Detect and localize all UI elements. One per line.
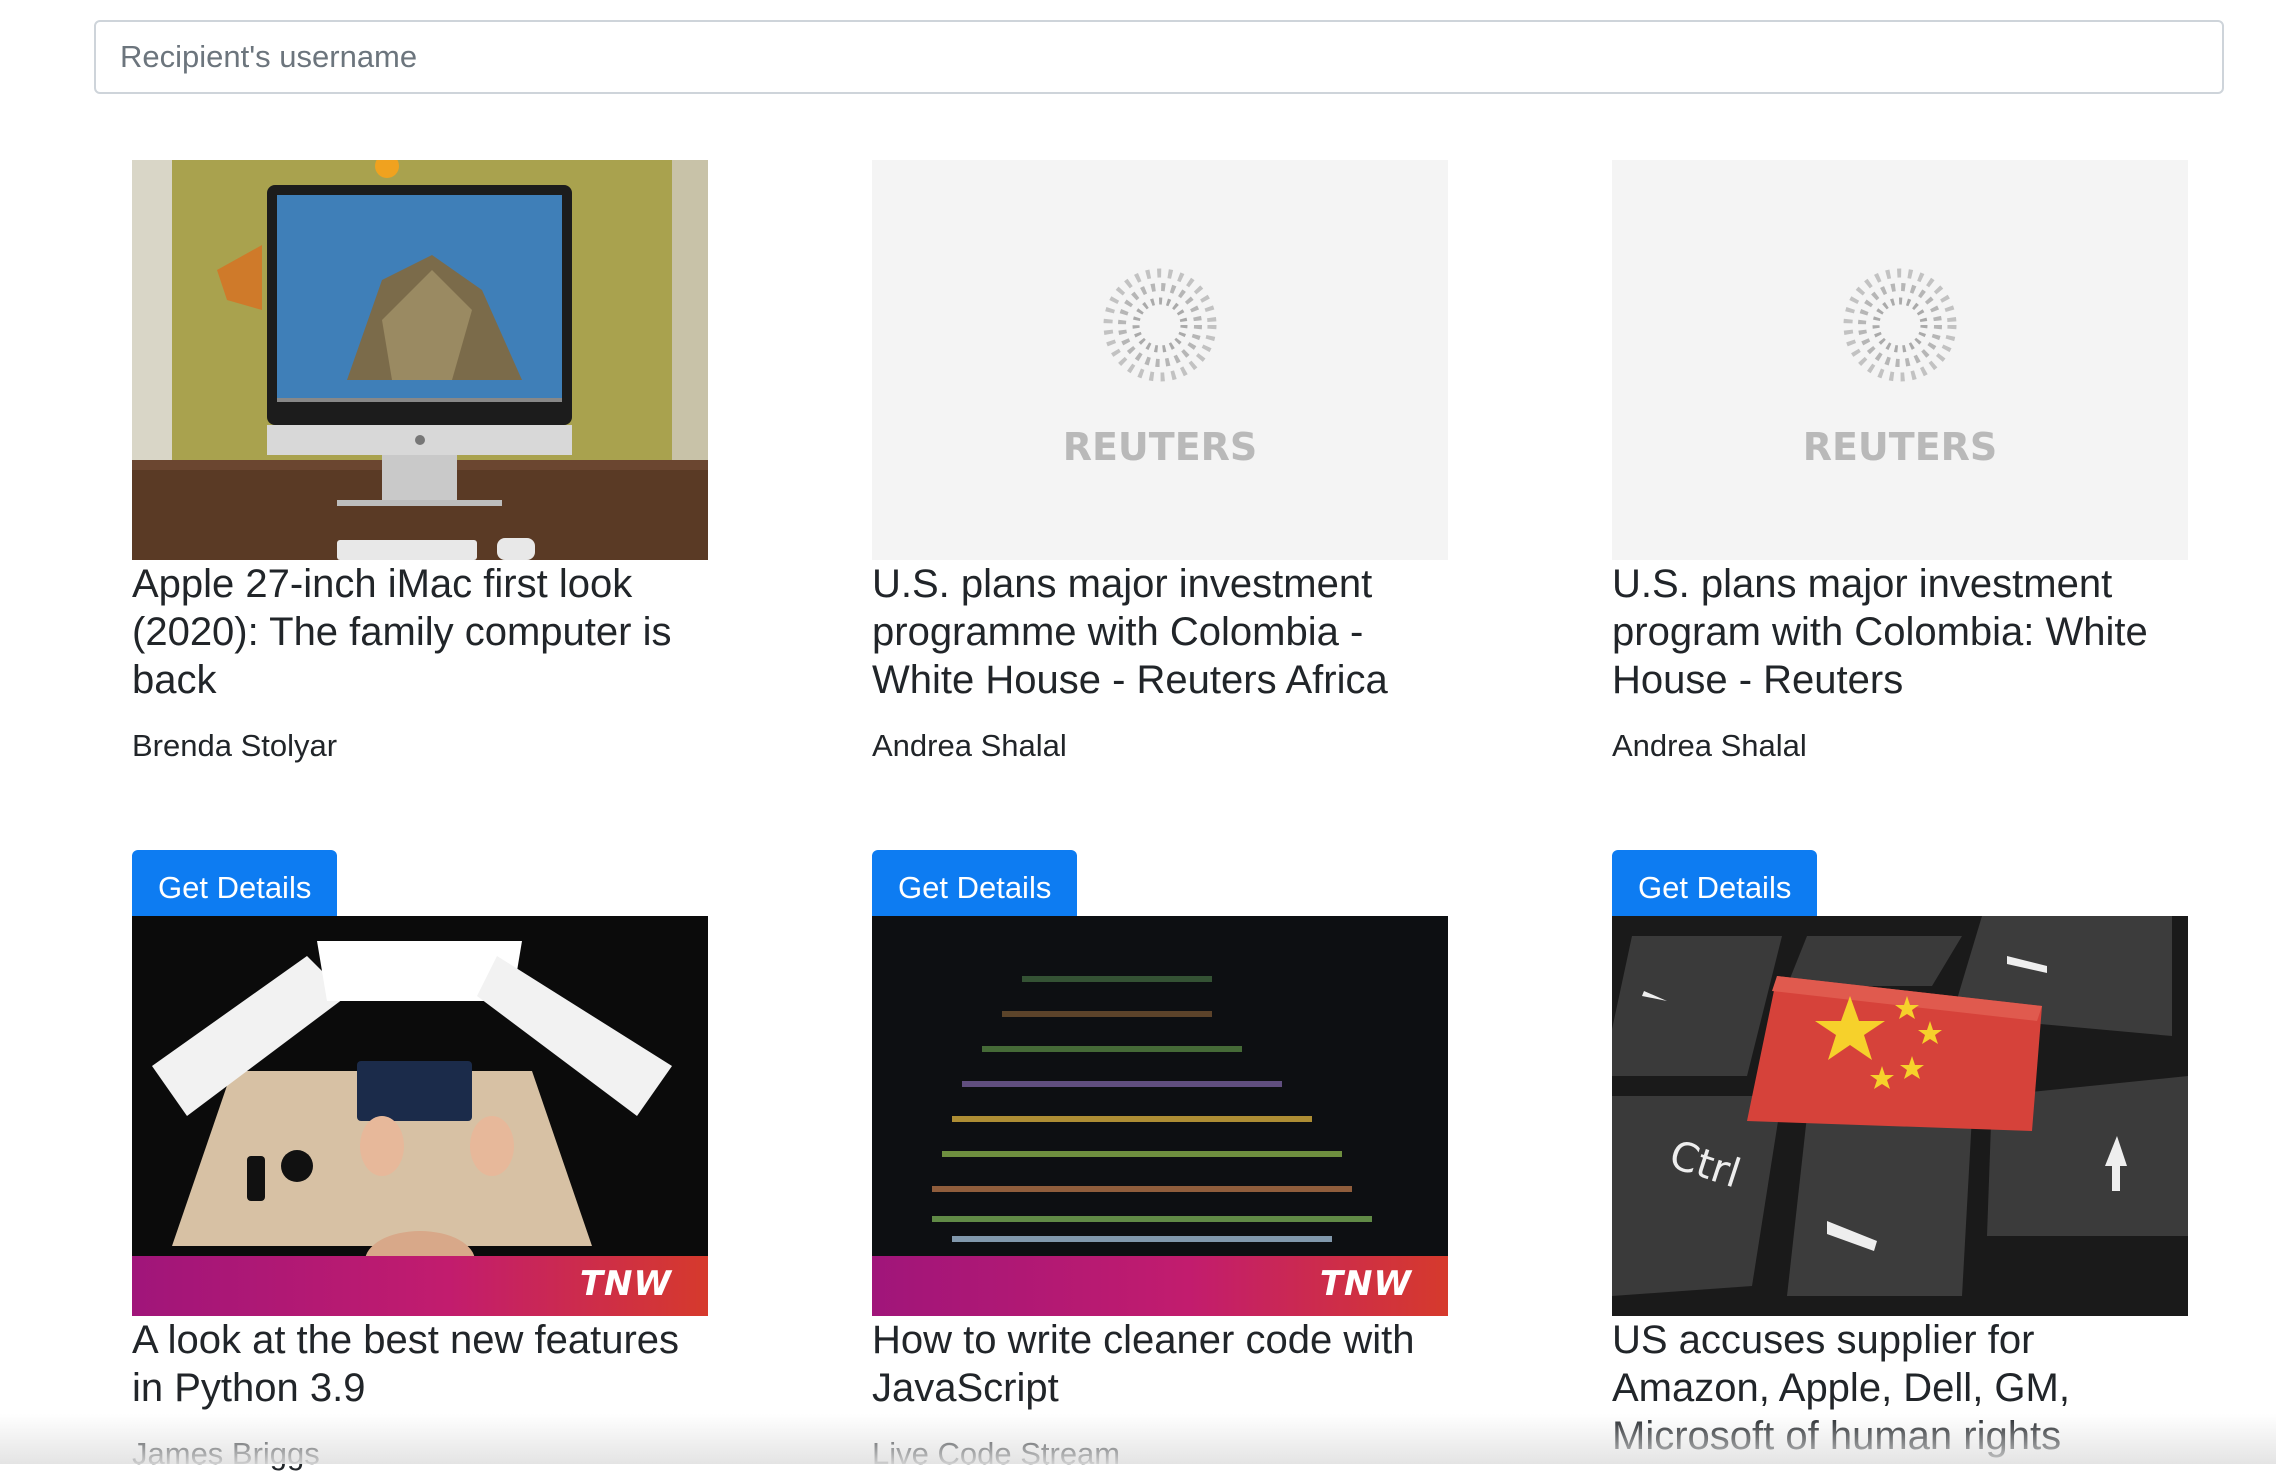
article-title[interactable]: U.S. plans major investment program with… xyxy=(1612,560,2188,704)
article-card: REUTERS U.S. plans major investment prog… xyxy=(1612,160,2188,926)
article-title[interactable]: Apple 27-inch iMac first look (2020): Th… xyxy=(132,560,708,704)
tnw-logo: TNW xyxy=(579,1264,672,1304)
article-card: REUTERS U.S. plans major investment prog… xyxy=(872,160,1448,926)
get-details-button[interactable]: Get Details xyxy=(872,850,1078,926)
article-image[interactable]: TNW xyxy=(872,916,1448,1316)
get-details-button[interactable]: Get Details xyxy=(132,850,338,926)
tnw-banner: TNW xyxy=(132,1256,708,1316)
article-author: James Briggs xyxy=(132,1436,320,1471)
article-image[interactable]: REUTERS xyxy=(872,160,1448,560)
article-image[interactable]: REUTERS xyxy=(1612,160,2188,560)
article-image[interactable]: TNW xyxy=(132,916,708,1316)
svg-text:REUTERS: REUTERS xyxy=(1803,425,1998,469)
article-title[interactable]: U.S. plans major investment programme wi… xyxy=(872,560,1448,704)
article-card: TNW A look at the best new features in P… xyxy=(132,916,708,1474)
article-author: Brenda Stolyar xyxy=(132,728,338,763)
article-card: Apple 27-inch iMac first look (2020): Th… xyxy=(132,160,708,926)
article-card: Ctrl US accuses supplier for Amazon, App… xyxy=(1612,916,2188,1460)
article-author: Live Code Stream xyxy=(872,1436,1121,1471)
article-title[interactable]: How to write cleaner code with JavaScrip… xyxy=(872,1316,1448,1412)
article-image[interactable]: Ctrl xyxy=(1612,916,2188,1316)
article-title[interactable]: US accuses supplier for Amazon, Apple, D… xyxy=(1612,1316,2188,1460)
article-author: Andrea Shalal xyxy=(1612,728,1807,763)
tnw-logo: TNW xyxy=(1319,1264,1412,1304)
tnw-banner: TNW xyxy=(872,1256,1448,1316)
article-card: TNW How to write cleaner code with JavaS… xyxy=(872,916,1448,1474)
svg-text:REUTERS: REUTERS xyxy=(1063,425,1258,469)
recipient-username-input[interactable] xyxy=(94,20,2224,94)
get-details-button[interactable]: Get Details xyxy=(1612,850,1818,926)
article-image[interactable] xyxy=(132,160,708,560)
article-title[interactable]: A look at the best new features in Pytho… xyxy=(132,1316,708,1412)
article-author: Andrea Shalal xyxy=(872,728,1067,763)
